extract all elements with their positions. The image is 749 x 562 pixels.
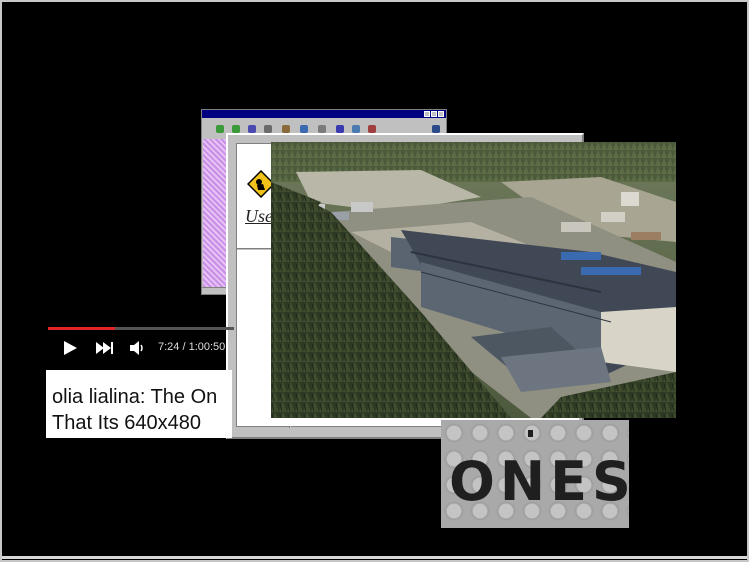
print-icon[interactable] <box>336 125 344 133</box>
aerial-photo <box>271 142 676 418</box>
next-icon[interactable] <box>96 341 114 355</box>
win95-titlebar <box>202 110 446 118</box>
caption-line-2: That Its 640x480 <box>52 412 201 434</box>
guide-icon[interactable] <box>300 125 308 133</box>
caption-line-1: olia lialina: The On <box>52 386 218 408</box>
ones-card: ONES <box>441 420 629 528</box>
home-icon[interactable] <box>264 125 272 133</box>
bottom-divider <box>2 556 747 559</box>
security-icon[interactable] <box>352 125 360 133</box>
screen-frame: Use 7:24 / 1:00:50 olia lialina: The On … <box>0 0 749 562</box>
back-icon[interactable] <box>216 125 224 133</box>
close-icon[interactable] <box>438 111 444 117</box>
reload-icon[interactable] <box>248 125 256 133</box>
progress-bar[interactable] <box>48 327 234 330</box>
forward-icon[interactable] <box>232 125 240 133</box>
ones-card-mark <box>528 430 533 437</box>
netscape-logo-icon <box>432 125 440 133</box>
video-caption: olia lialina: The On That Its 640x480 <box>46 370 232 438</box>
volume-icon[interactable] <box>130 340 144 356</box>
stop-icon[interactable] <box>368 125 376 133</box>
minimize-icon[interactable] <box>424 111 430 117</box>
video-player[interactable]: 7:24 / 1:00:50 <box>46 320 236 368</box>
search-icon[interactable] <box>282 125 290 133</box>
play-icon[interactable] <box>62 340 78 356</box>
dialog-label: Use <box>245 206 273 226</box>
time-display: 7:24 / 1:00:50 <box>158 341 226 353</box>
ones-text: ONES <box>449 450 629 513</box>
maximize-icon[interactable] <box>431 111 437 117</box>
progress-fill <box>48 327 116 330</box>
images-icon[interactable] <box>318 125 326 133</box>
